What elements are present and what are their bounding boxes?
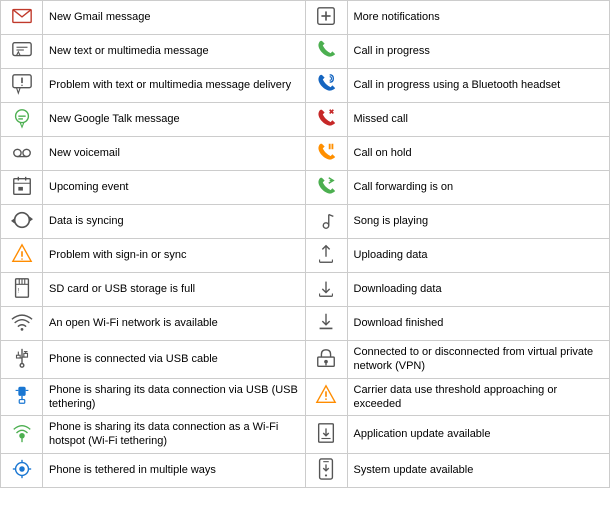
right-icon-cell-6 [305,205,347,239]
table-row: Phone is tethered in multiple ways Syste… [1,453,610,487]
left-label-13: Phone is tethered in multiple ways [43,453,306,487]
left-icon-cell-10 [1,341,43,379]
left-label-6: Data is syncing [43,205,306,239]
table-row: An open Wi-Fi network is available Downl… [1,307,610,341]
left-label-3: New Google Talk message [43,103,306,137]
table-row: Upcoming event Call forwarding is on [1,171,610,205]
left-label-8: SD card or USB storage is full [43,273,306,307]
table-row: ! SD card or USB storage is full Download… [1,273,610,307]
right-icon-cell-7 [305,239,347,273]
right-icon-cell-3 [305,103,347,137]
right-label-1: Call in progress [347,35,610,69]
right-icon-cell-13 [305,453,347,487]
left-icon-cell-3 [1,103,43,137]
left-icon-cell-6 [1,205,43,239]
right-label-12: Application update available [347,416,610,454]
notifications-table: New Gmail message More notifications New… [0,0,610,488]
table-row: Problem with sign-in or sync Uploading d… [1,239,610,273]
right-label-7: Uploading data [347,239,610,273]
left-icon-cell-11 [1,378,43,416]
right-label-2: Call in progress using a Bluetooth heads… [347,69,610,103]
right-label-11: Carrier data use threshold approaching o… [347,378,610,416]
left-icon-cell-5 [1,171,43,205]
left-icon-cell-7 [1,239,43,273]
right-icon-cell-10 [305,341,347,379]
table-row: Data is syncing Song is playing [1,205,610,239]
left-label-1: New text or multimedia message [43,35,306,69]
right-label-10: Connected to or disconnected from virtua… [347,341,610,379]
left-icon-cell-2 [1,69,43,103]
table-row: New Gmail message More notifications [1,1,610,35]
left-label-0: New Gmail message [43,1,306,35]
left-icon-cell-1 [1,35,43,69]
right-icon-cell-12 [305,416,347,454]
table-row: New Google Talk message Missed call [1,103,610,137]
right-label-6: Song is playing [347,205,610,239]
left-icon-cell-9 [1,307,43,341]
left-label-12: Phone is sharing its data connection as … [43,416,306,454]
left-icon-cell-4 [1,137,43,171]
left-label-5: Upcoming event [43,171,306,205]
right-label-5: Call forwarding is on [347,171,610,205]
table-row: Phone is connected via USB cable Connect… [1,341,610,379]
left-icon-cell-12 [1,416,43,454]
right-icon-cell-2 [305,69,347,103]
right-icon-cell-8 [305,273,347,307]
left-icon-cell-0 [1,1,43,35]
left-label-9: An open Wi-Fi network is available [43,307,306,341]
left-label-2: Problem with text or multimedia message … [43,69,306,103]
left-label-11: Phone is sharing its data connection via… [43,378,306,416]
right-icon-cell-4 [305,137,347,171]
left-icon-cell-13 [1,453,43,487]
right-label-8: Downloading data [347,273,610,307]
table-row: New text or multimedia message Call in pr… [1,35,610,69]
right-label-0: More notifications [347,1,610,35]
right-icon-cell-5 [305,171,347,205]
svg-text:!: ! [17,288,19,295]
right-icon-cell-9 [305,307,347,341]
table-row: Problem with text or multimedia message … [1,69,610,103]
right-label-9: Download finished [347,307,610,341]
right-icon-cell-1 [305,35,347,69]
left-label-10: Phone is connected via USB cable [43,341,306,379]
right-label-13: System update available [347,453,610,487]
left-label-7: Problem with sign-in or sync [43,239,306,273]
left-label-4: New voicemail [43,137,306,171]
left-icon-cell-8: ! [1,273,43,307]
right-icon-cell-0 [305,1,347,35]
table-row: Phone is sharing its data connection via… [1,378,610,416]
table-row: New voicemail Call on hold [1,137,610,171]
table-row: Phone is sharing its data connection as … [1,416,610,454]
right-label-3: Missed call [347,103,610,137]
right-icon-cell-11 [305,378,347,416]
right-label-4: Call on hold [347,137,610,171]
